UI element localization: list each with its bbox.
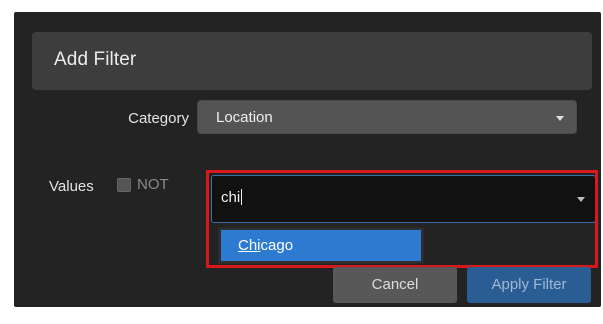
highlight-annotation [206, 170, 598, 268]
dialog-header: Add Filter [32, 32, 592, 90]
dialog-title: Add Filter [54, 49, 137, 70]
category-selected-value: Location [216, 109, 273, 126]
category-select[interactable]: Location [197, 100, 577, 134]
category-label: Category [128, 110, 189, 127]
not-toggle[interactable]: NOT [117, 176, 169, 193]
chevron-down-icon [556, 116, 564, 121]
not-checkbox[interactable] [117, 177, 131, 192]
values-label: Values [49, 178, 94, 195]
apply-filter-button[interactable]: Apply Filter [467, 267, 591, 303]
cancel-button[interactable]: Cancel [333, 267, 457, 303]
not-label: NOT [137, 176, 169, 193]
